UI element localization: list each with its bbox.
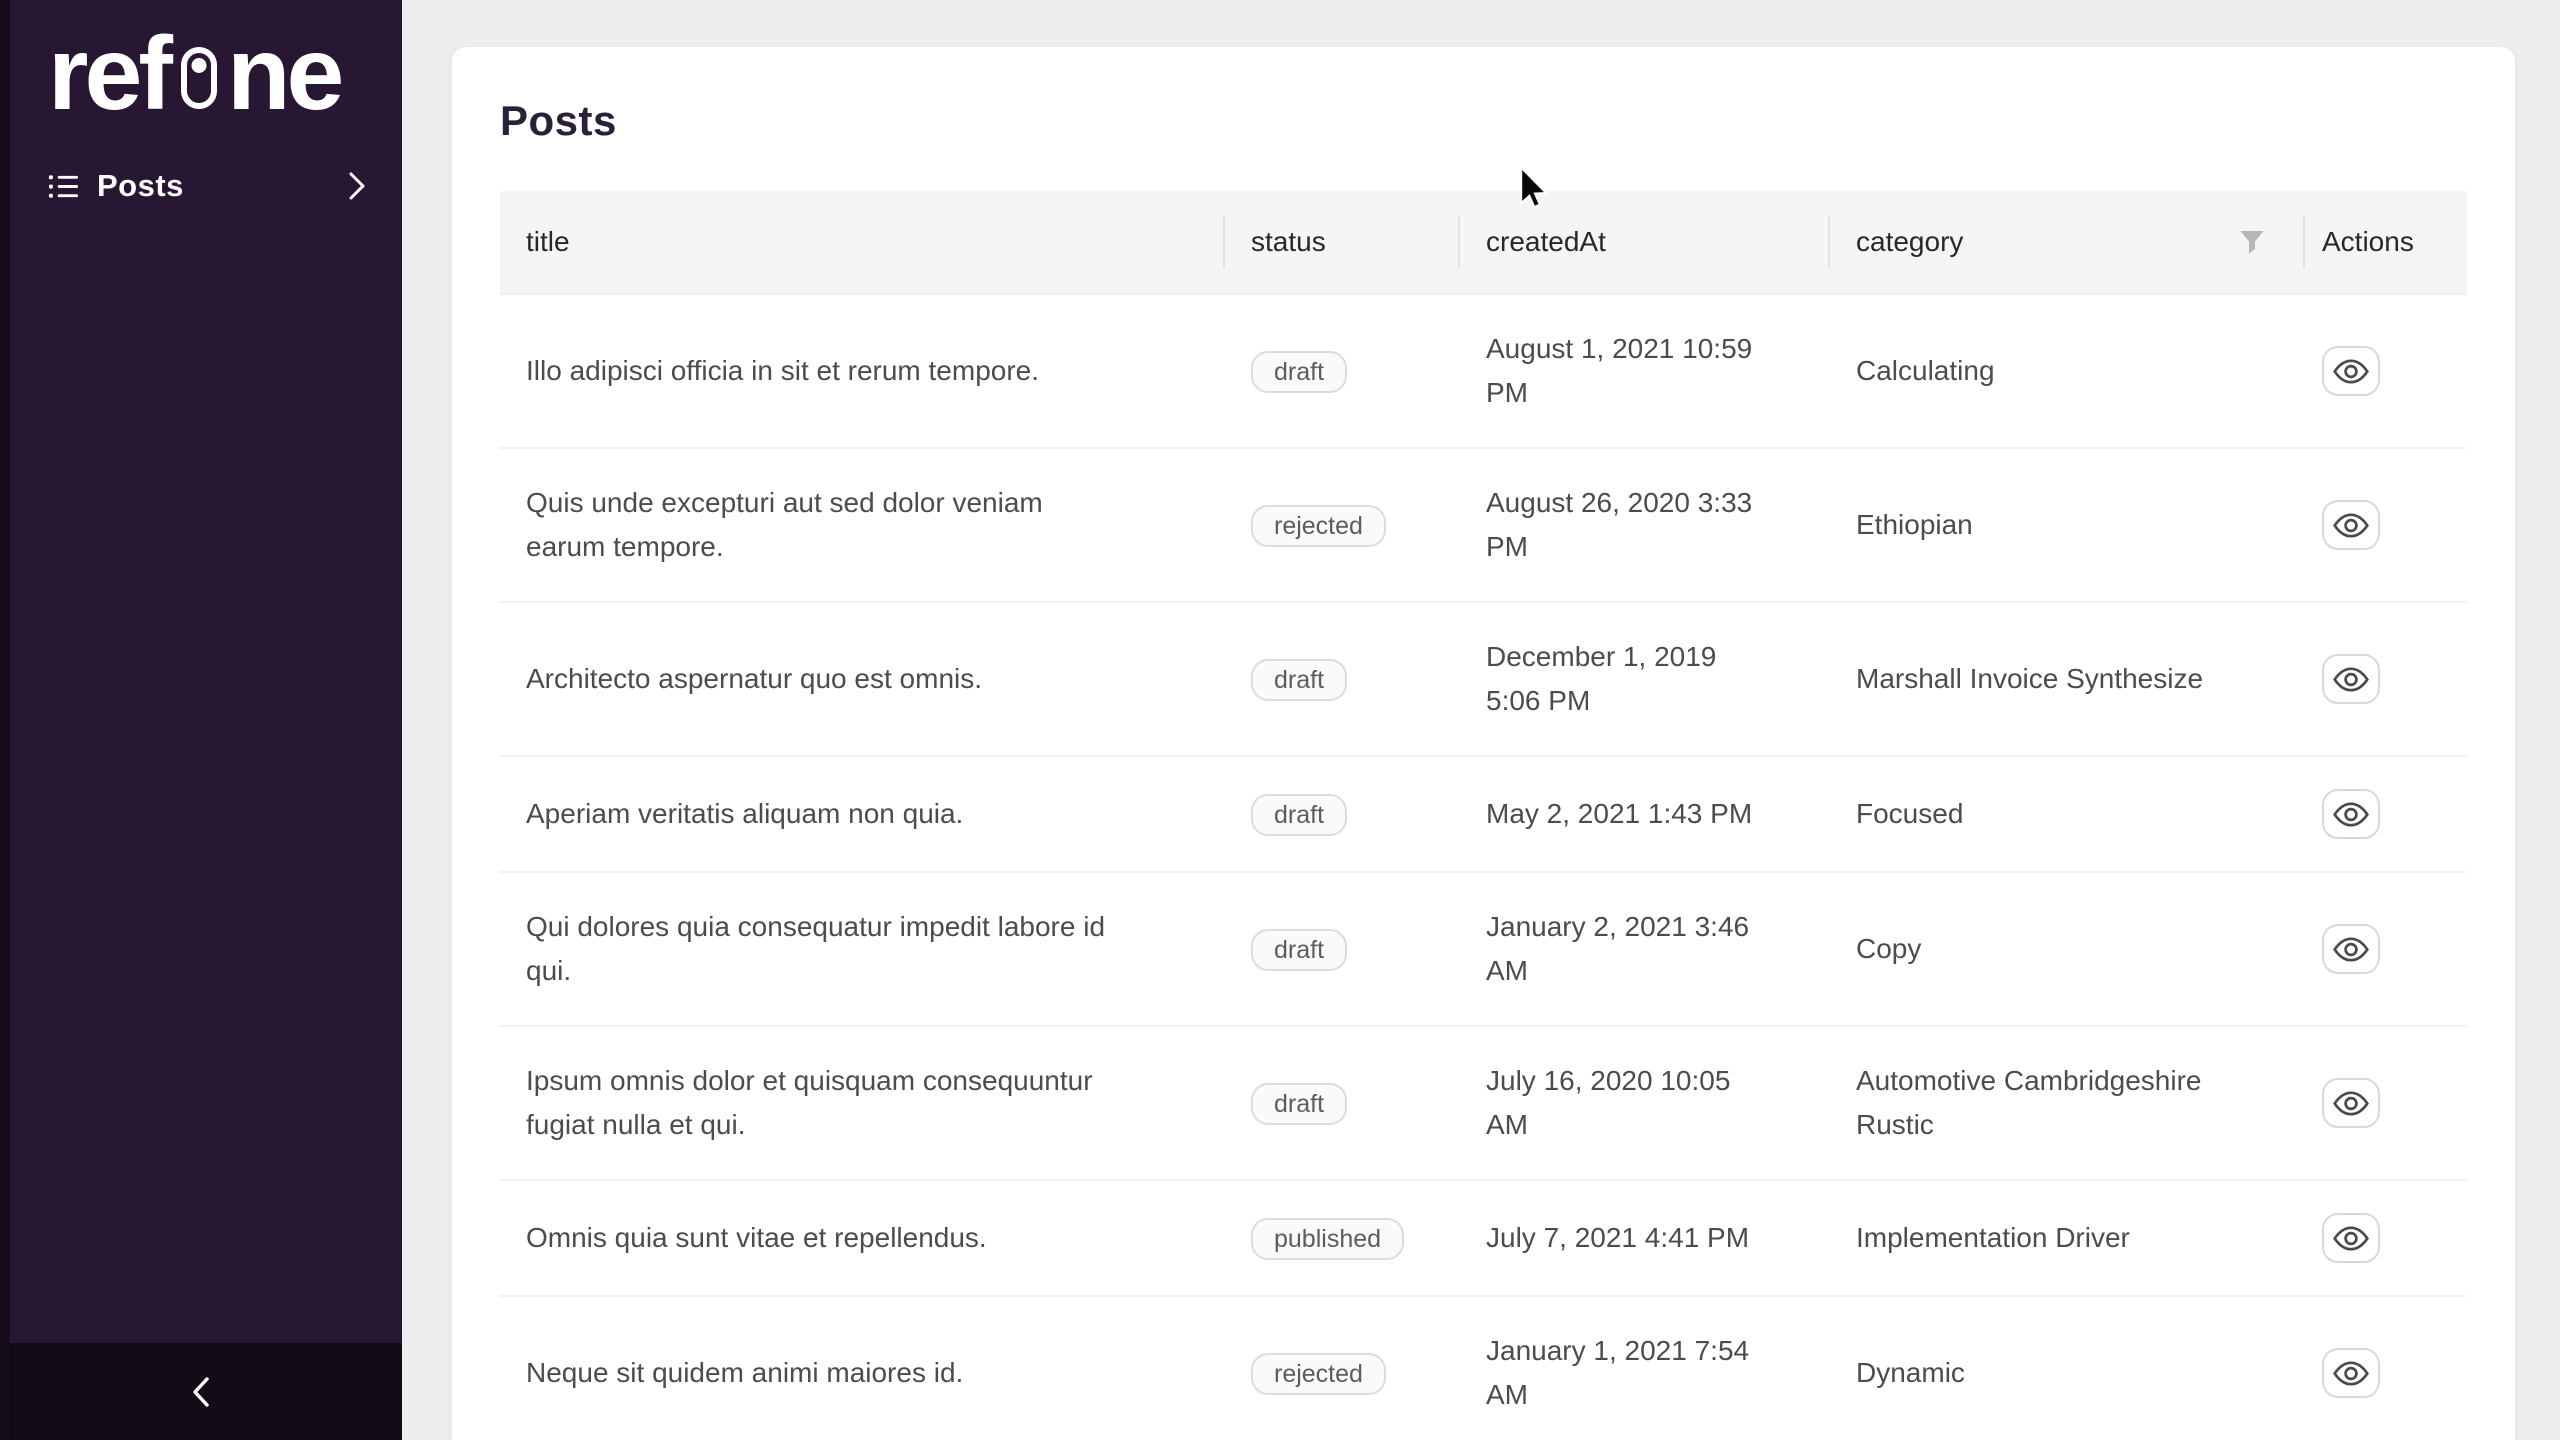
category-value: Ethiopian (1856, 503, 2266, 547)
status-badge: draft (1251, 351, 1347, 393)
created-at: December 1, 2019 5:06 PM (1486, 635, 1756, 723)
post-title: Architecto aspernatur quo est omnis. (526, 657, 1116, 701)
post-title: Ipsum omnis dolor et quisquam consequunt… (526, 1059, 1116, 1147)
post-title: Neque sit quidem animi maiores id. (526, 1351, 1116, 1395)
view-post-button[interactable] (2322, 500, 2380, 550)
status-badge: draft (1251, 929, 1347, 971)
created-at: January 2, 2021 3:46 AM (1486, 905, 1756, 993)
view-post-button[interactable] (2322, 1078, 2380, 1128)
posts-card: Posts title status createdAt category Ac… (452, 47, 2515, 1440)
view-post-button[interactable] (2322, 346, 2380, 396)
refine-logo: refne (0, 0, 402, 112)
column-header-actions: Actions (2305, 191, 2467, 293)
created-at: August 1, 2021 10:59 PM (1486, 327, 1756, 415)
category-value: Calculating (1856, 349, 2266, 393)
unordered-list-icon (48, 171, 79, 202)
logo-i-dot (191, 58, 206, 73)
created-at: January 1, 2021 7:54 AM (1486, 1329, 1756, 1417)
category-value: Implementation Driver (1856, 1216, 2266, 1260)
table-row: Architecto aspernatur quo est omnis. dra… (500, 601, 2467, 755)
mouse-cursor (1519, 166, 1549, 208)
post-title: Aperiam veritatis aliquam non quia. (526, 792, 1116, 836)
sidebar: refne Posts (0, 0, 402, 1440)
column-header-createdat: createdAt (1460, 191, 1830, 293)
logo-text-post: ne (227, 16, 340, 132)
eye-icon (2333, 1091, 2369, 1116)
status-badge: draft (1251, 794, 1347, 836)
table-header-row: title status createdAt category Actions (500, 191, 2467, 295)
category-value: Dynamic (1856, 1351, 2266, 1395)
window-edge (0, 0, 10, 1440)
sidebar-item-posts[interactable]: Posts (0, 156, 402, 216)
column-header-category-label: category (1856, 220, 1963, 264)
view-post-button[interactable] (2322, 924, 2380, 974)
eye-icon (2333, 1361, 2369, 1386)
created-at: July 16, 2020 10:05 AM (1486, 1059, 1756, 1147)
status-badge: rejected (1251, 1353, 1386, 1395)
status-badge: draft (1251, 659, 1347, 701)
sidebar-collapse-button[interactable] (0, 1343, 402, 1440)
view-post-button[interactable] (2322, 1213, 2380, 1263)
category-value: Automotive Cambridgeshire Rustic (1856, 1059, 2266, 1147)
view-post-button[interactable] (2322, 1348, 2380, 1398)
column-header-status: status (1225, 191, 1460, 293)
category-value: Copy (1856, 927, 2266, 971)
status-badge: rejected (1251, 505, 1386, 547)
category-value: Marshall Invoice Synthesize (1856, 657, 2266, 701)
posts-table: title status createdAt category Actions … (500, 191, 2467, 1440)
eye-icon (2333, 1226, 2369, 1251)
page-title: Posts (500, 95, 2467, 147)
post-title: Illo adipisci officia in sit et rerum te… (526, 349, 1116, 393)
eye-icon (2333, 513, 2369, 538)
created-at: May 2, 2021 1:43 PM (1486, 792, 1756, 836)
status-badge: published (1251, 1218, 1404, 1260)
view-post-button[interactable] (2322, 654, 2380, 704)
status-badge: draft (1251, 1083, 1347, 1125)
created-at: August 26, 2020 3:33 PM (1486, 481, 1756, 569)
eye-icon (2333, 359, 2369, 384)
post-title: Quis unde excepturi aut sed dolor veniam… (526, 481, 1116, 569)
table-row: Qui dolores quia consequatur impedit lab… (500, 871, 2467, 1025)
funnel-icon[interactable] (2239, 229, 2265, 255)
eye-icon (2333, 667, 2369, 692)
logo-text-pre: ref (48, 16, 169, 132)
main-content: Posts title status createdAt category Ac… (402, 0, 2560, 1440)
category-value: Focused (1856, 792, 2266, 836)
table-body: Illo adipisci officia in sit et rerum te… (500, 295, 2467, 1440)
table-row: Illo adipisci officia in sit et rerum te… (500, 295, 2467, 447)
post-title: Qui dolores quia consequatur impedit lab… (526, 905, 1116, 993)
eye-icon (2333, 802, 2369, 827)
column-header-title: title (500, 191, 1225, 293)
table-row: Neque sit quidem animi maiores id. rejec… (500, 1295, 2467, 1440)
chevron-right-icon (346, 171, 368, 201)
logo-i-icon (181, 47, 217, 109)
eye-icon (2333, 937, 2369, 962)
table-row: Quis unde excepturi aut sed dolor veniam… (500, 447, 2467, 601)
table-row: Omnis quia sunt vitae et repellendus. pu… (500, 1179, 2467, 1295)
post-title: Omnis quia sunt vitae et repellendus. (526, 1216, 1116, 1260)
sidebar-item-label: Posts (97, 168, 346, 204)
table-row: Aperiam veritatis aliquam non quia. draf… (500, 755, 2467, 871)
view-post-button[interactable] (2322, 789, 2380, 839)
table-row: Ipsum omnis dolor et quisquam consequunt… (500, 1025, 2467, 1179)
chevron-left-icon (189, 1375, 213, 1409)
column-header-category: category (1830, 191, 2305, 293)
created-at: July 7, 2021 4:41 PM (1486, 1216, 1756, 1260)
